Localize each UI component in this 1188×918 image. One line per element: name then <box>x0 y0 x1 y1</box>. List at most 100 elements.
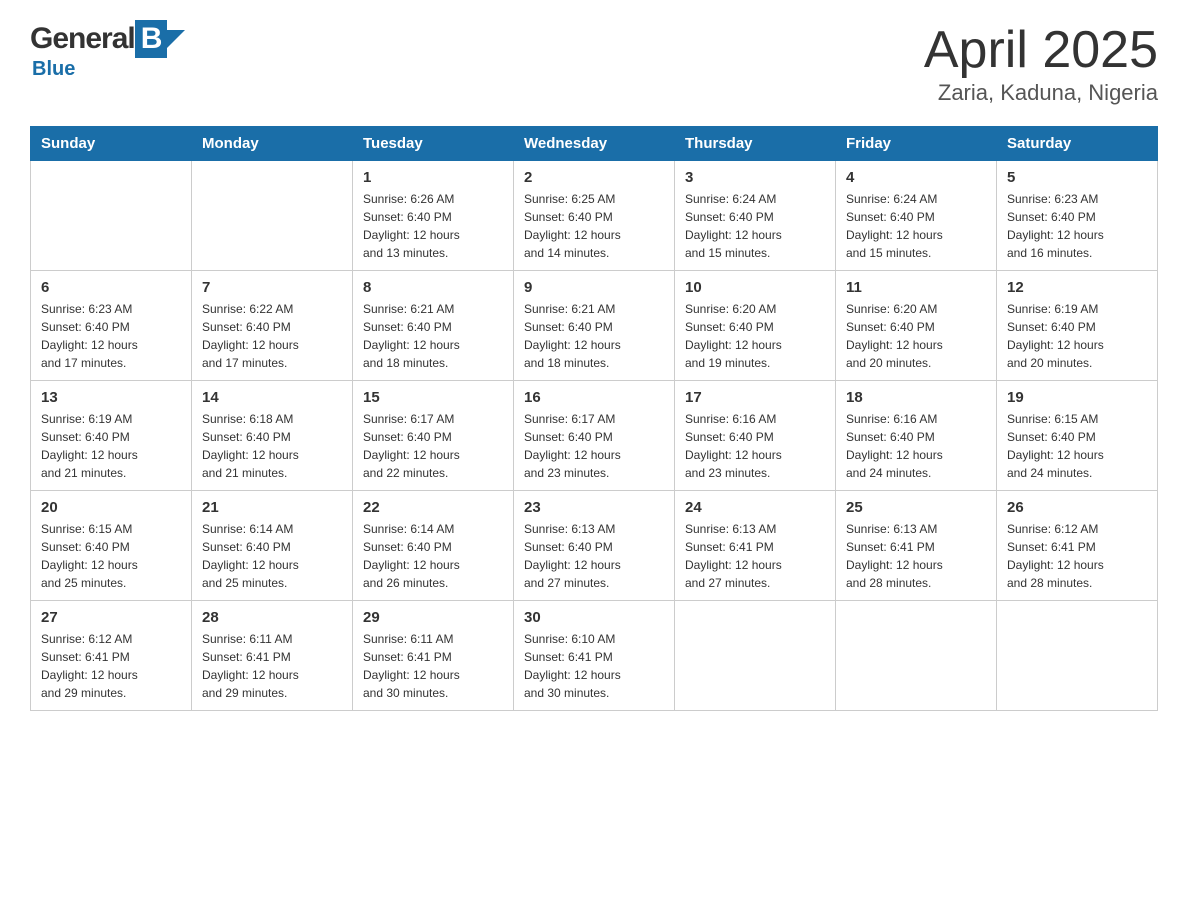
logo-b-text: B <box>141 22 162 55</box>
day-number: 15 <box>363 389 503 406</box>
calendar-week-row: 27 Sunrise: 6:12 AM Sunset: 6:41 PM Dayli… <box>31 601 1158 711</box>
day-of-week-header: Tuesday <box>353 127 514 161</box>
day-info: Sunrise: 6:11 AM Sunset: 6:41 PM Dayligh… <box>202 630 342 702</box>
logo-blue-label: Blue <box>32 58 75 80</box>
calendar-week-row: 20 Sunrise: 6:15 AM Sunset: 6:40 PM Dayli… <box>31 491 1158 601</box>
day-number: 4 <box>846 169 986 186</box>
calendar-cell <box>997 601 1158 711</box>
day-info: Sunrise: 6:25 AM Sunset: 6:40 PM Dayligh… <box>524 190 664 262</box>
day-info: Sunrise: 6:17 AM Sunset: 6:40 PM Dayligh… <box>524 410 664 482</box>
day-info: Sunrise: 6:19 AM Sunset: 6:40 PM Dayligh… <box>1007 300 1147 372</box>
calendar-cell <box>192 161 353 271</box>
day-info: Sunrise: 6:15 AM Sunset: 6:40 PM Dayligh… <box>41 520 181 592</box>
day-number: 24 <box>685 499 825 516</box>
day-number: 7 <box>202 279 342 296</box>
calendar-cell: 20 Sunrise: 6:15 AM Sunset: 6:40 PM Dayli… <box>31 491 192 601</box>
day-info: Sunrise: 6:19 AM Sunset: 6:40 PM Dayligh… <box>41 410 181 482</box>
day-number: 17 <box>685 389 825 406</box>
calendar-cell: 4 Sunrise: 6:24 AM Sunset: 6:40 PM Daylig… <box>836 161 997 271</box>
day-info: Sunrise: 6:14 AM Sunset: 6:40 PM Dayligh… <box>363 520 503 592</box>
day-number: 5 <box>1007 169 1147 186</box>
calendar-cell: 1Sunrise: 6:26 AM Sunset: 6:40 PM Daylig… <box>353 161 514 271</box>
calendar-cell: 28 Sunrise: 6:11 AM Sunset: 6:41 PM Dayli… <box>192 601 353 711</box>
day-number: 18 <box>846 389 986 406</box>
calendar-week-row: 1Sunrise: 6:26 AM Sunset: 6:40 PM Daylig… <box>31 161 1158 271</box>
calendar-cell: 26 Sunrise: 6:12 AM Sunset: 6:41 PM Dayli… <box>997 491 1158 601</box>
calendar-cell: 9 Sunrise: 6:21 AM Sunset: 6:40 PM Daylig… <box>514 271 675 381</box>
calendar-cell: 11 Sunrise: 6:20 AM Sunset: 6:40 PM Dayli… <box>836 271 997 381</box>
day-number: 16 <box>524 389 664 406</box>
day-info: Sunrise: 6:13 AM Sunset: 6:41 PM Dayligh… <box>846 520 986 592</box>
calendar-cell: 18 Sunrise: 6:16 AM Sunset: 6:40 PM Dayli… <box>836 381 997 491</box>
day-info: Sunrise: 6:12 AM Sunset: 6:41 PM Dayligh… <box>41 630 181 702</box>
day-info: Sunrise: 6:15 AM Sunset: 6:40 PM Dayligh… <box>1007 410 1147 482</box>
day-of-week-header: Saturday <box>997 127 1158 161</box>
day-info: Sunrise: 6:14 AM Sunset: 6:40 PM Dayligh… <box>202 520 342 592</box>
day-number: 10 <box>685 279 825 296</box>
day-number: 28 <box>202 609 342 626</box>
calendar-cell: 5Sunrise: 6:23 AM Sunset: 6:40 PM Daylig… <box>997 161 1158 271</box>
calendar-body: 1Sunrise: 6:26 AM Sunset: 6:40 PM Daylig… <box>31 161 1158 711</box>
day-of-week-header: Wednesday <box>514 127 675 161</box>
day-info: Sunrise: 6:13 AM Sunset: 6:41 PM Dayligh… <box>685 520 825 592</box>
day-info: Sunrise: 6:16 AM Sunset: 6:40 PM Dayligh… <box>846 410 986 482</box>
calendar-cell <box>675 601 836 711</box>
day-number: 27 <box>41 609 181 626</box>
day-info: Sunrise: 6:24 AM Sunset: 6:40 PM Dayligh… <box>846 190 986 262</box>
day-number: 22 <box>363 499 503 516</box>
day-number: 30 <box>524 609 664 626</box>
calendar-cell: 12 Sunrise: 6:19 AM Sunset: 6:40 PM Dayli… <box>997 271 1158 381</box>
day-number: 8 <box>363 279 503 296</box>
day-number: 20 <box>41 499 181 516</box>
calendar-cell: 25Sunrise: 6:13 AM Sunset: 6:41 PM Dayli… <box>836 491 997 601</box>
calendar-cell: 29Sunrise: 6:11 AM Sunset: 6:41 PM Dayli… <box>353 601 514 711</box>
calendar-header-row: SundayMondayTuesdayWednesdayThursdayFrid… <box>31 127 1158 161</box>
day-of-week-header: Thursday <box>675 127 836 161</box>
day-info: Sunrise: 6:20 AM Sunset: 6:40 PM Dayligh… <box>846 300 986 372</box>
month-title: April 2025 <box>924 20 1158 80</box>
day-info: Sunrise: 6:20 AM Sunset: 6:40 PM Dayligh… <box>685 300 825 372</box>
day-number: 26 <box>1007 499 1147 516</box>
calendar-cell: 6 Sunrise: 6:23 AM Sunset: 6:40 PM Daylig… <box>31 271 192 381</box>
logo-blue-tab: B <box>135 20 168 58</box>
calendar-cell: 23Sunrise: 6:13 AM Sunset: 6:40 PM Dayli… <box>514 491 675 601</box>
calendar-cell: 2 Sunrise: 6:25 AM Sunset: 6:40 PM Daylig… <box>514 161 675 271</box>
day-info: Sunrise: 6:22 AM Sunset: 6:40 PM Dayligh… <box>202 300 342 372</box>
calendar-table: SundayMondayTuesdayWednesdayThursdayFrid… <box>30 126 1158 711</box>
day-info: Sunrise: 6:18 AM Sunset: 6:40 PM Dayligh… <box>202 410 342 482</box>
title-block: April 2025 Zaria, Kaduna, Nigeria <box>924 20 1158 106</box>
day-info: Sunrise: 6:23 AM Sunset: 6:40 PM Dayligh… <box>41 300 181 372</box>
day-info: Sunrise: 6:16 AM Sunset: 6:40 PM Dayligh… <box>685 410 825 482</box>
calendar-cell: 8 Sunrise: 6:21 AM Sunset: 6:40 PM Daylig… <box>353 271 514 381</box>
calendar-cell: 7 Sunrise: 6:22 AM Sunset: 6:40 PM Daylig… <box>192 271 353 381</box>
calendar-cell: 3Sunrise: 6:24 AM Sunset: 6:40 PM Daylig… <box>675 161 836 271</box>
calendar-cell: 22 Sunrise: 6:14 AM Sunset: 6:40 PM Dayli… <box>353 491 514 601</box>
calendar-cell: 24 Sunrise: 6:13 AM Sunset: 6:41 PM Dayli… <box>675 491 836 601</box>
day-info: Sunrise: 6:17 AM Sunset: 6:40 PM Dayligh… <box>363 410 503 482</box>
calendar-week-row: 6 Sunrise: 6:23 AM Sunset: 6:40 PM Daylig… <box>31 271 1158 381</box>
logo-triangle-icon <box>167 30 185 48</box>
day-info: Sunrise: 6:10 AM Sunset: 6:41 PM Dayligh… <box>524 630 664 702</box>
day-number: 12 <box>1007 279 1147 296</box>
calendar-cell <box>31 161 192 271</box>
day-of-week-header: Friday <box>836 127 997 161</box>
day-number: 2 <box>524 169 664 186</box>
day-info: Sunrise: 6:12 AM Sunset: 6:41 PM Dayligh… <box>1007 520 1147 592</box>
calendar-cell: 19Sunrise: 6:15 AM Sunset: 6:40 PM Dayli… <box>997 381 1158 491</box>
calendar-cell: 16 Sunrise: 6:17 AM Sunset: 6:40 PM Dayli… <box>514 381 675 491</box>
location-title: Zaria, Kaduna, Nigeria <box>924 80 1158 106</box>
day-info: Sunrise: 6:21 AM Sunset: 6:40 PM Dayligh… <box>524 300 664 372</box>
calendar-cell: 10 Sunrise: 6:20 AM Sunset: 6:40 PM Dayli… <box>675 271 836 381</box>
calendar-week-row: 13Sunrise: 6:19 AM Sunset: 6:40 PM Dayli… <box>31 381 1158 491</box>
day-number: 9 <box>524 279 664 296</box>
logo: General B Blue <box>30 20 185 81</box>
day-info: Sunrise: 6:21 AM Sunset: 6:40 PM Dayligh… <box>363 300 503 372</box>
calendar-cell: 27 Sunrise: 6:12 AM Sunset: 6:41 PM Dayli… <box>31 601 192 711</box>
day-number: 6 <box>41 279 181 296</box>
day-of-week-header: Sunday <box>31 127 192 161</box>
day-number: 3 <box>685 169 825 186</box>
calendar-cell <box>836 601 997 711</box>
day-of-week-header: Monday <box>192 127 353 161</box>
day-number: 11 <box>846 279 986 296</box>
day-number: 14 <box>202 389 342 406</box>
